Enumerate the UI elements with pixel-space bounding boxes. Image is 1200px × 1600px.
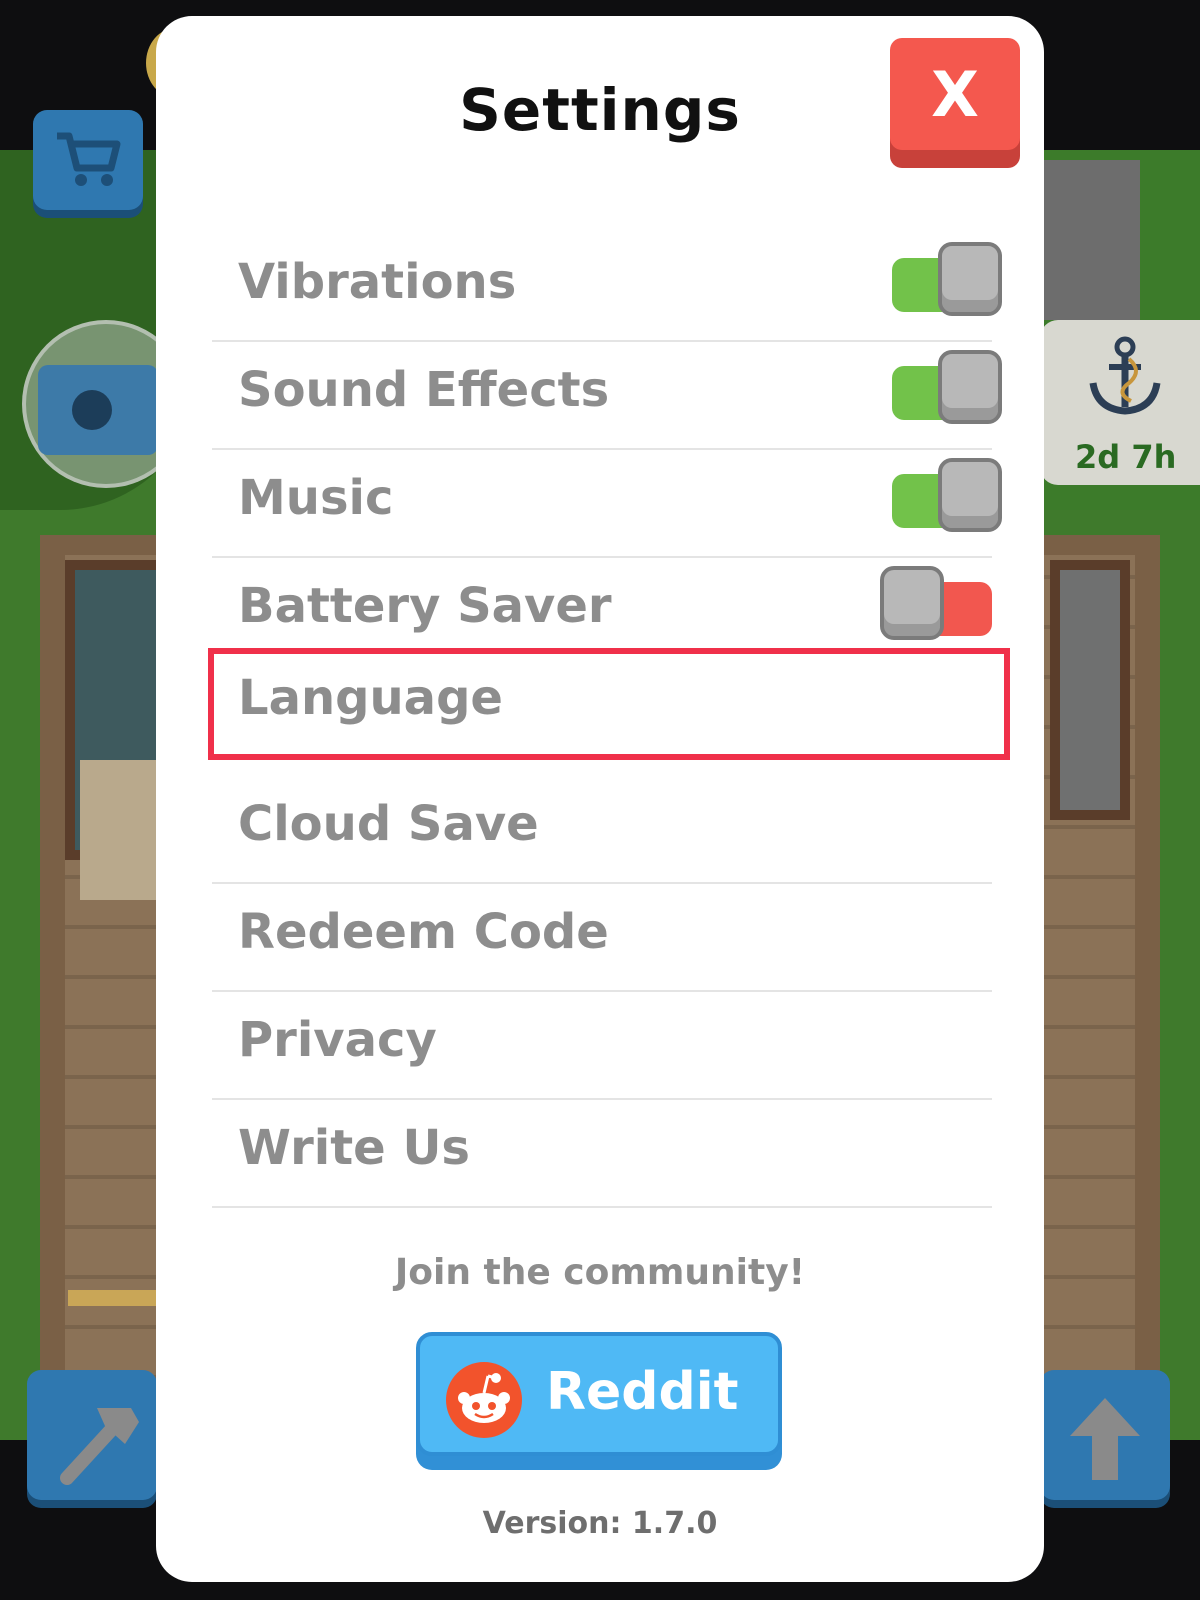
version-text: Version: 1.7.0 bbox=[482, 1506, 718, 1541]
shop-button[interactable] bbox=[33, 110, 143, 210]
menu-label-language: Language bbox=[238, 670, 503, 726]
toggle-knob bbox=[938, 458, 1002, 532]
hammer-icon bbox=[60, 1408, 139, 1485]
settings-modal: Settings X Vibrations Sound Effects Musi… bbox=[156, 16, 1044, 1582]
battery-saver-toggle[interactable] bbox=[880, 566, 992, 640]
menu-item-cloud-save[interactable]: Cloud Save bbox=[212, 774, 992, 884]
up-arrow-icon bbox=[1070, 1398, 1140, 1480]
reddit-icon bbox=[446, 1362, 522, 1438]
community-text: Join the community! bbox=[394, 1252, 806, 1293]
reddit-button-label: Reddit bbox=[546, 1362, 739, 1422]
menu-item-write-us[interactable]: Write Us bbox=[212, 1098, 992, 1208]
setting-label-sound-effects: Sound Effects bbox=[238, 362, 610, 418]
menu-label-write-us: Write Us bbox=[238, 1120, 470, 1176]
vibrations-toggle[interactable] bbox=[892, 242, 1004, 316]
anchor-icon bbox=[1089, 336, 1161, 415]
menu-item-redeem-code[interactable]: Redeem Code bbox=[212, 882, 992, 992]
menu-label-redeem-code: Redeem Code bbox=[238, 904, 609, 960]
close-button[interactable]: X bbox=[890, 38, 1020, 150]
setting-row-music: Music bbox=[212, 448, 1002, 558]
menu-label-cloud-save: Cloud Save bbox=[238, 796, 539, 852]
toggle-knob bbox=[938, 350, 1002, 424]
setting-label-music: Music bbox=[238, 470, 394, 526]
menu-label-privacy: Privacy bbox=[238, 1012, 437, 1068]
house-window-right bbox=[1050, 560, 1130, 820]
menu-item-language[interactable]: Language bbox=[208, 648, 1010, 760]
music-toggle[interactable] bbox=[892, 458, 1004, 532]
setting-row-vibrations: Vibrations bbox=[212, 232, 1002, 342]
sound-effects-toggle[interactable] bbox=[892, 350, 1004, 424]
setting-label-vibrations: Vibrations bbox=[238, 254, 517, 310]
upgrade-button[interactable] bbox=[1040, 1370, 1170, 1500]
event-timer: 2d 7h bbox=[1075, 438, 1177, 476]
reddit-button[interactable]: Reddit bbox=[416, 1332, 782, 1456]
build-button[interactable] bbox=[27, 1370, 157, 1500]
menu-item-privacy[interactable]: Privacy bbox=[212, 990, 992, 1100]
setting-label-battery-saver: Battery Saver bbox=[238, 578, 612, 634]
camera-lens bbox=[72, 390, 112, 430]
setting-row-sound-effects: Sound Effects bbox=[212, 340, 1002, 450]
cart-icon bbox=[57, 132, 121, 186]
toggle-knob bbox=[938, 242, 1002, 316]
toggle-knob bbox=[880, 566, 944, 640]
